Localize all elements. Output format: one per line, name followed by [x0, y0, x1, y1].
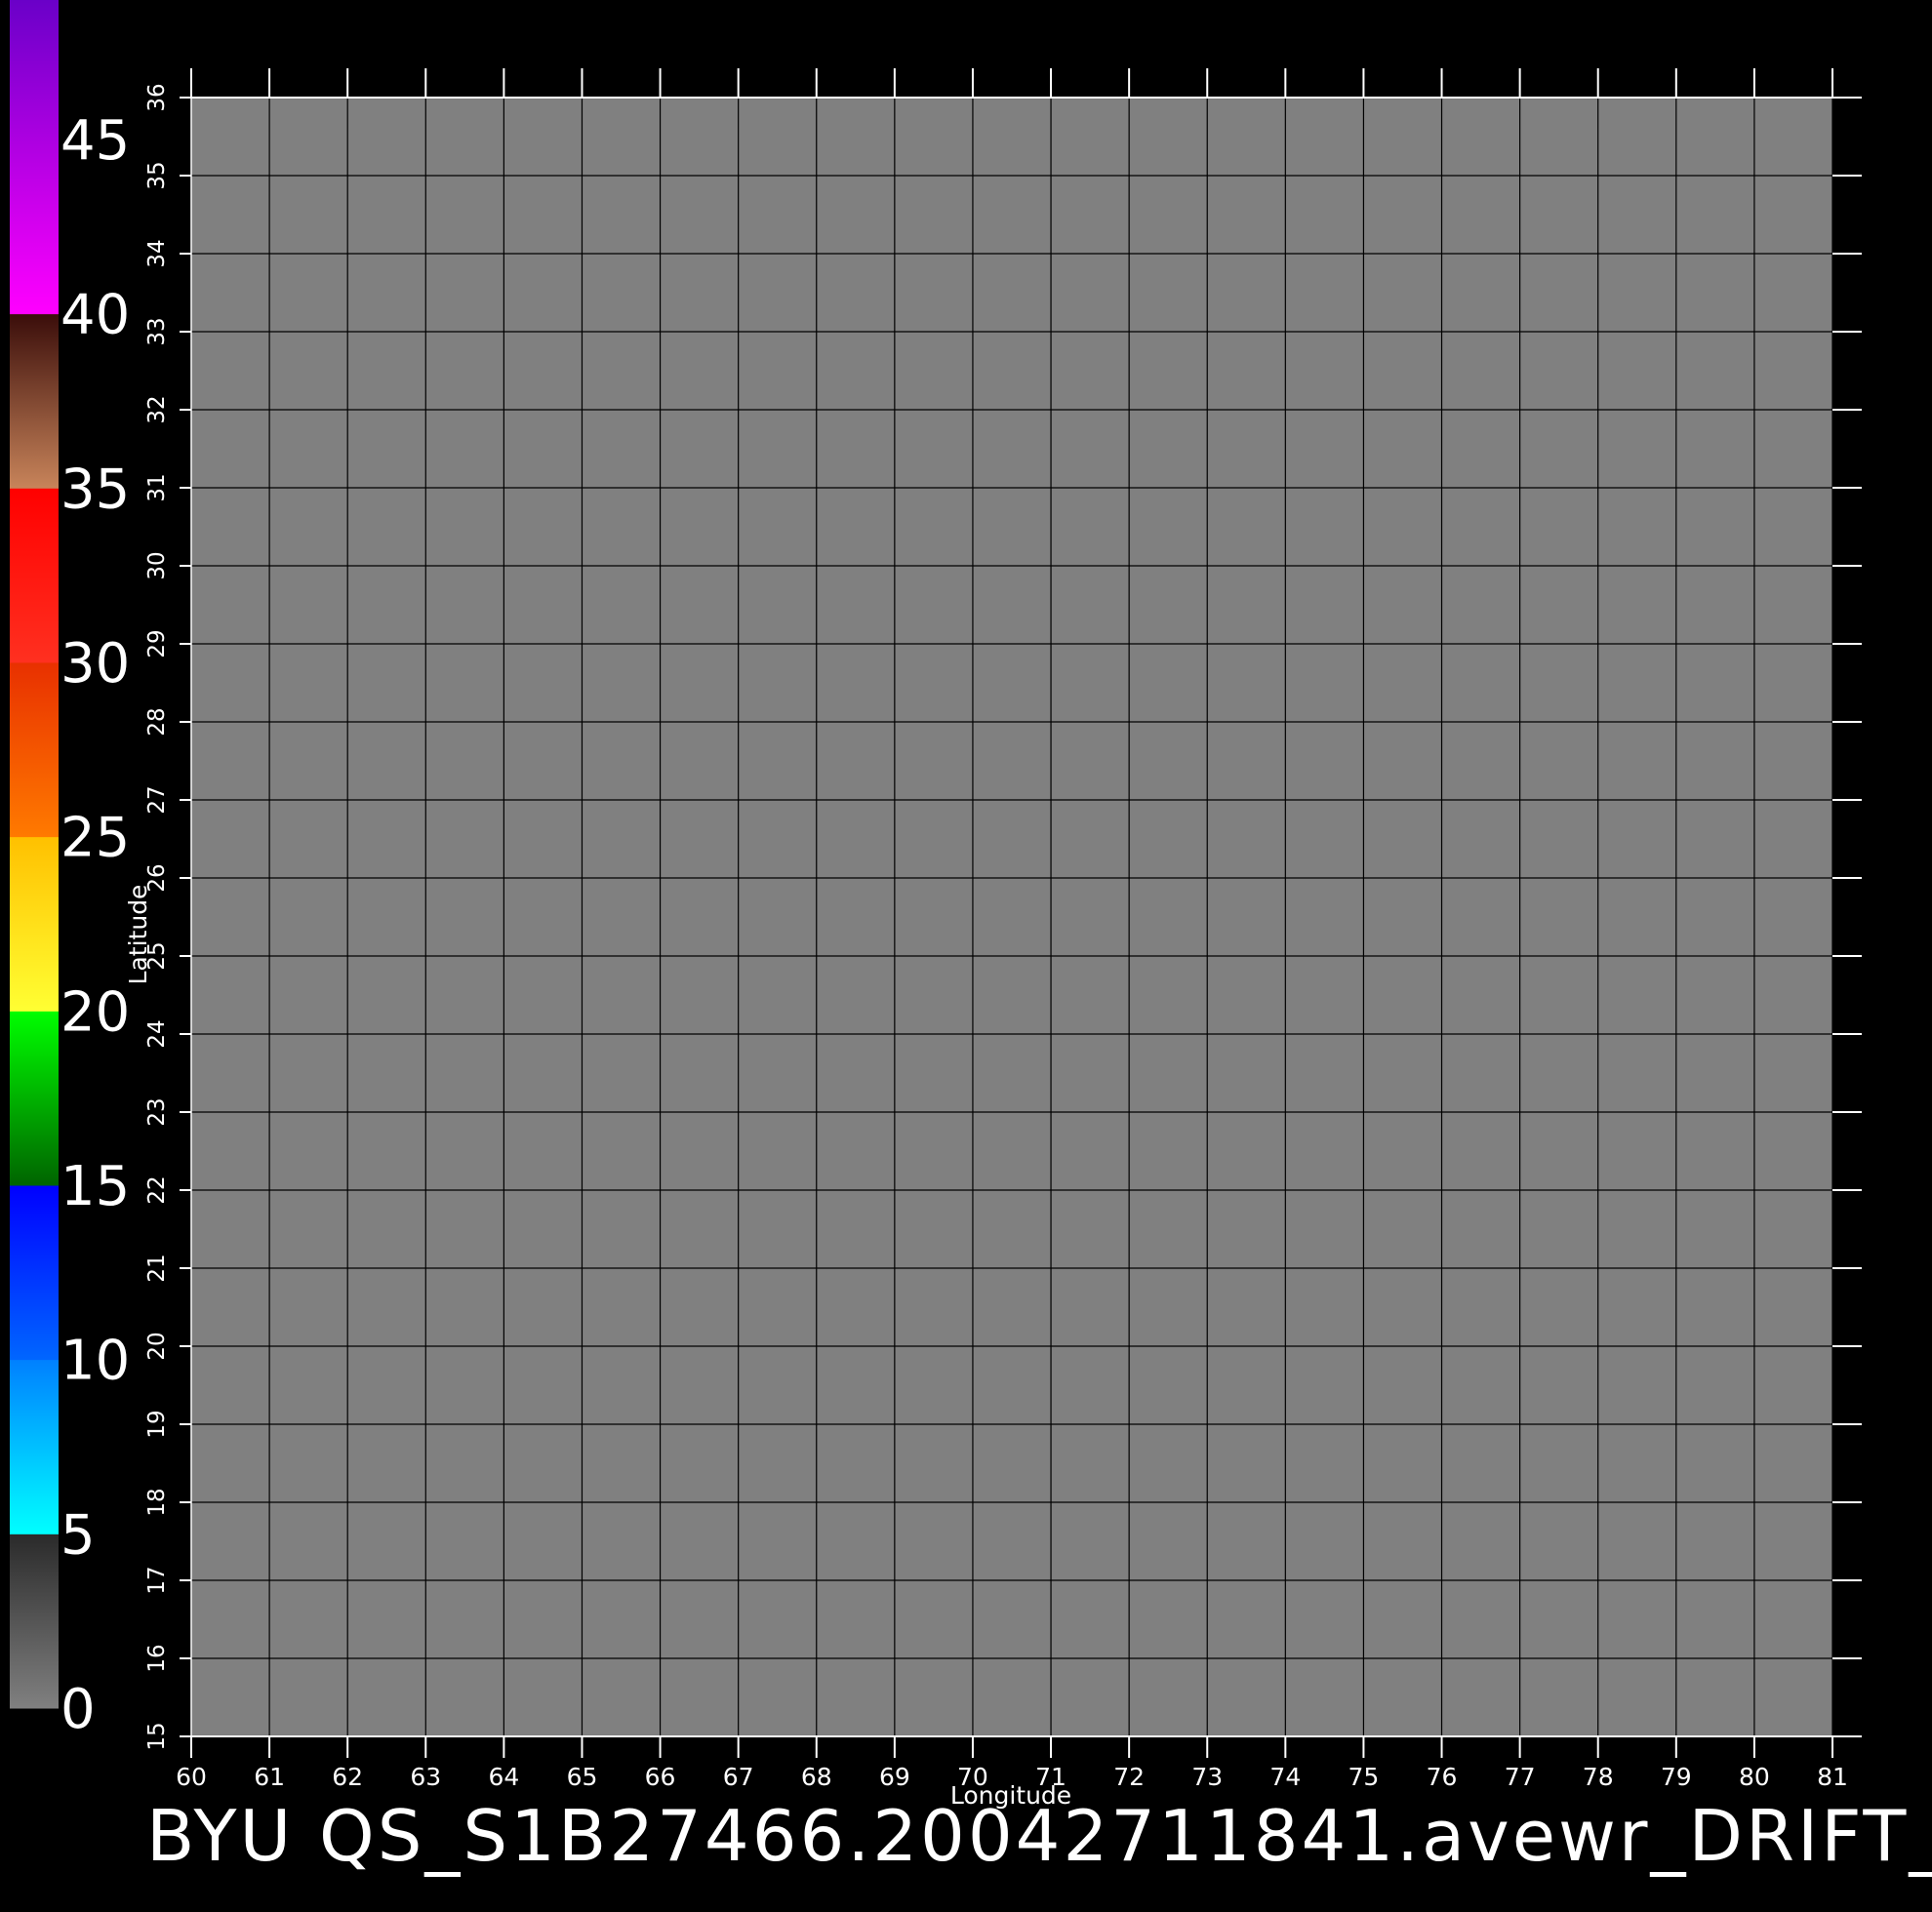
x-tick-label: 66 [645, 1763, 676, 1791]
colorbar-tick-label: 10 [60, 1330, 130, 1393]
footer-caption: BYU QS_S1B27466.20042711841.avewr_DRIFT_… [146, 1795, 1932, 1877]
colorbar-band [10, 313, 59, 489]
colorbar-tick-label: 25 [60, 807, 130, 870]
colorbar-tick-label: 5 [60, 1503, 96, 1567]
x-tick-label: 81 [1817, 1763, 1848, 1791]
colorbar-tick-label: 0 [60, 1678, 96, 1741]
x-tick-label: 73 [1191, 1763, 1223, 1791]
y-tick-label: 36 [144, 83, 170, 111]
y-axis-title: Latitude [124, 885, 152, 985]
x-tick-label: 64 [488, 1763, 519, 1791]
colorbar-band [10, 1011, 59, 1186]
x-tick-label: 62 [332, 1763, 363, 1791]
y-tick-label: 31 [144, 473, 170, 501]
x-tick-label: 75 [1348, 1763, 1380, 1791]
colorbar-band [10, 0, 59, 315]
colorbar-tick-label: 35 [60, 458, 130, 521]
y-tick-label: 15 [144, 1722, 170, 1750]
colorbar-tick-label: 30 [60, 632, 130, 696]
y-tick-label: 17 [144, 1566, 170, 1594]
y-tick-label: 23 [144, 1097, 170, 1126]
colorbar-tick-label: 45 [60, 109, 130, 173]
x-tick-label: 77 [1505, 1763, 1536, 1791]
x-tick-label: 63 [410, 1763, 441, 1791]
colorbar-band [10, 836, 59, 1012]
y-tick-label: 18 [144, 1488, 170, 1516]
x-tick-label: 60 [176, 1763, 207, 1791]
colorbar-tick-label: 15 [60, 1155, 130, 1218]
chart: 60 61 62 63 64 65 66 67 68 69 70 71 72 73 74 75 76 77 78 79… [10, 0, 1862, 1810]
x-tick-label: 79 [1661, 1763, 1692, 1791]
x-tick-label: 61 [254, 1763, 285, 1791]
x-tick-label: 65 [567, 1763, 598, 1791]
y-tick-label: 22 [144, 1175, 170, 1204]
y-tick-label: 32 [144, 395, 170, 423]
x-tick-label: 68 [801, 1763, 832, 1791]
colorbar-band [10, 488, 59, 663]
colorbar-band [10, 1534, 59, 1709]
y-tick-label: 20 [144, 1332, 170, 1360]
y-tick-label: 21 [144, 1254, 170, 1282]
colorbar-tick-label: 40 [60, 284, 130, 347]
x-tick-label: 80 [1739, 1763, 1770, 1791]
y-tick-label: 28 [144, 707, 170, 736]
colorbar-tick-label: 20 [60, 980, 130, 1044]
colorbar-band [10, 1359, 59, 1534]
y-tick-label: 24 [144, 1019, 170, 1048]
y-tick-label: 34 [144, 239, 170, 267]
x-tick-label: 72 [1113, 1763, 1145, 1791]
x-tick-label: 67 [723, 1763, 754, 1791]
x-tick-label: 78 [1583, 1763, 1614, 1791]
colorbar-band [10, 661, 59, 838]
y-tick-label: 35 [144, 161, 170, 189]
plot-field [191, 98, 1832, 1736]
y-tick-label: 16 [144, 1644, 170, 1672]
x-tick-label: 69 [879, 1763, 910, 1791]
y-tick-label: 33 [144, 317, 170, 345]
y-tick-label: 19 [144, 1410, 170, 1438]
y-tick-label: 27 [144, 785, 170, 814]
x-tick-label: 74 [1269, 1763, 1301, 1791]
colorbar-band [10, 1184, 59, 1361]
x-tick-label: 76 [1427, 1763, 1458, 1791]
y-tick-label: 29 [144, 629, 170, 657]
y-tick-label: 30 [144, 551, 170, 579]
